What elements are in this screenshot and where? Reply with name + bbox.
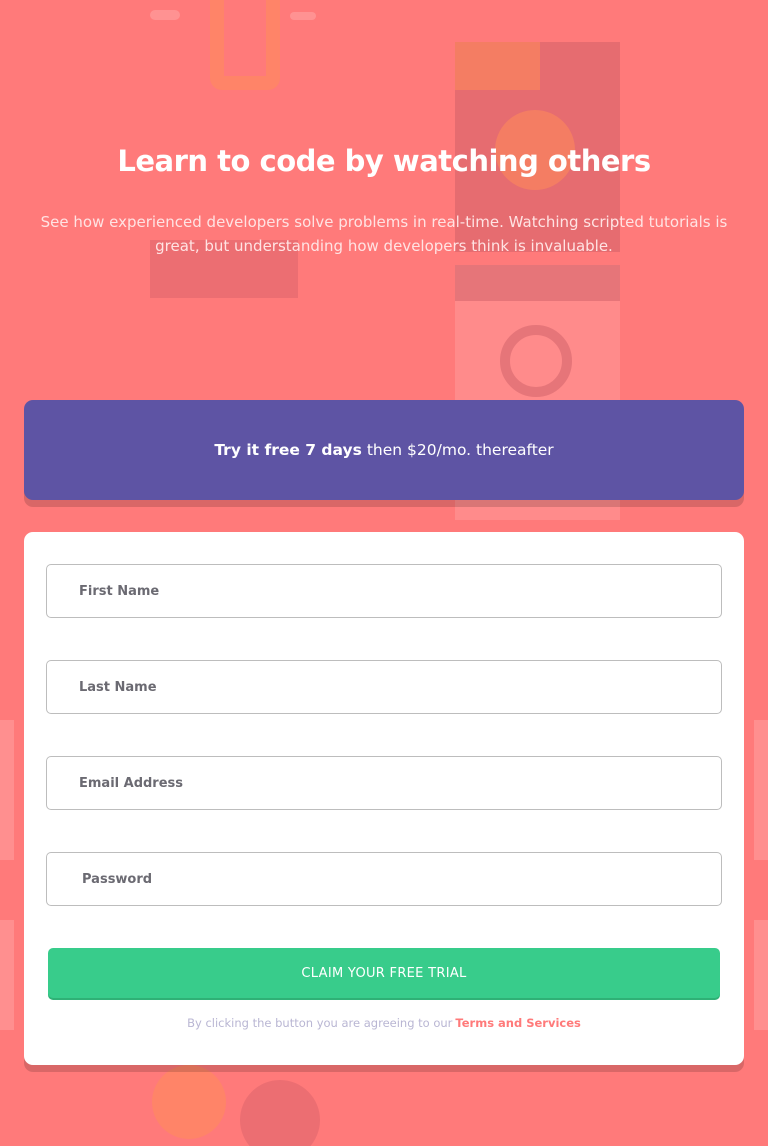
terms-link[interactable]: Terms and Services: [455, 1016, 580, 1030]
last-name-input[interactable]: [46, 660, 722, 714]
email-input[interactable]: [46, 756, 722, 810]
decor-shape: [150, 10, 180, 20]
promo-highlight: Try it free 7 days: [214, 441, 362, 459]
decor-shape: [290, 12, 316, 20]
trial-promo-banner: Try it free 7 days then $20/mo. thereaft…: [24, 400, 744, 500]
password-input[interactable]: [46, 852, 722, 906]
first-name-input[interactable]: [46, 564, 722, 618]
claim-trial-button[interactable]: CLAIM YOUR FREE TRIAL: [48, 948, 720, 998]
page-title: Learn to code by watching others: [117, 144, 651, 178]
hero-section: Learn to code by watching others See how…: [0, 142, 768, 258]
terms-notice: By clicking the button you are agreeing …: [24, 1016, 744, 1030]
decor-shape: [455, 42, 540, 90]
promo-text: then $20/mo. thereafter: [366, 441, 554, 459]
decor-shape: [152, 1065, 226, 1139]
decor-shape: [0, 720, 14, 860]
decor-shape: [455, 265, 620, 301]
decor-shape: [754, 920, 768, 1030]
signup-form: CLAIM YOUR FREE TRIAL By clicking the bu…: [24, 532, 744, 1065]
hero-description: See how experienced developers solve pro…: [40, 213, 728, 255]
decor-shape: [500, 325, 572, 397]
decor-shape: [754, 720, 768, 860]
terms-text: By clicking the button you are agreeing …: [187, 1016, 453, 1030]
decor-shape: [240, 1080, 320, 1146]
decor-shape: [0, 920, 14, 1030]
decor-shape: [210, 0, 280, 90]
